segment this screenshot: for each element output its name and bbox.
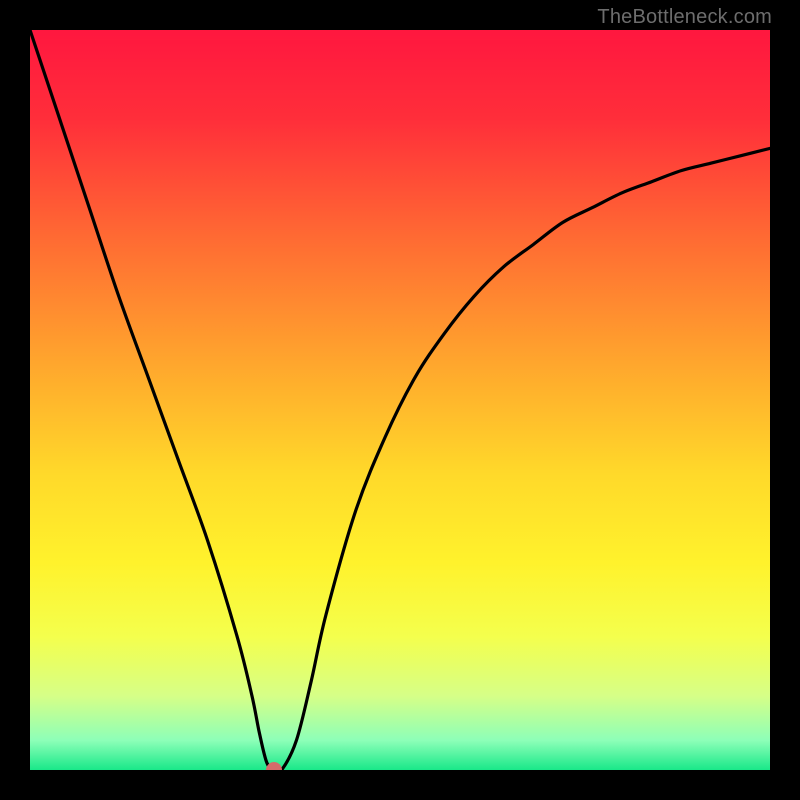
curve-layer [30, 30, 770, 770]
bottleneck-curve [30, 30, 770, 770]
plot-area [30, 30, 770, 770]
attribution-label: TheBottleneck.com [597, 6, 772, 29]
chart-frame: TheBottleneck.com [0, 0, 800, 800]
